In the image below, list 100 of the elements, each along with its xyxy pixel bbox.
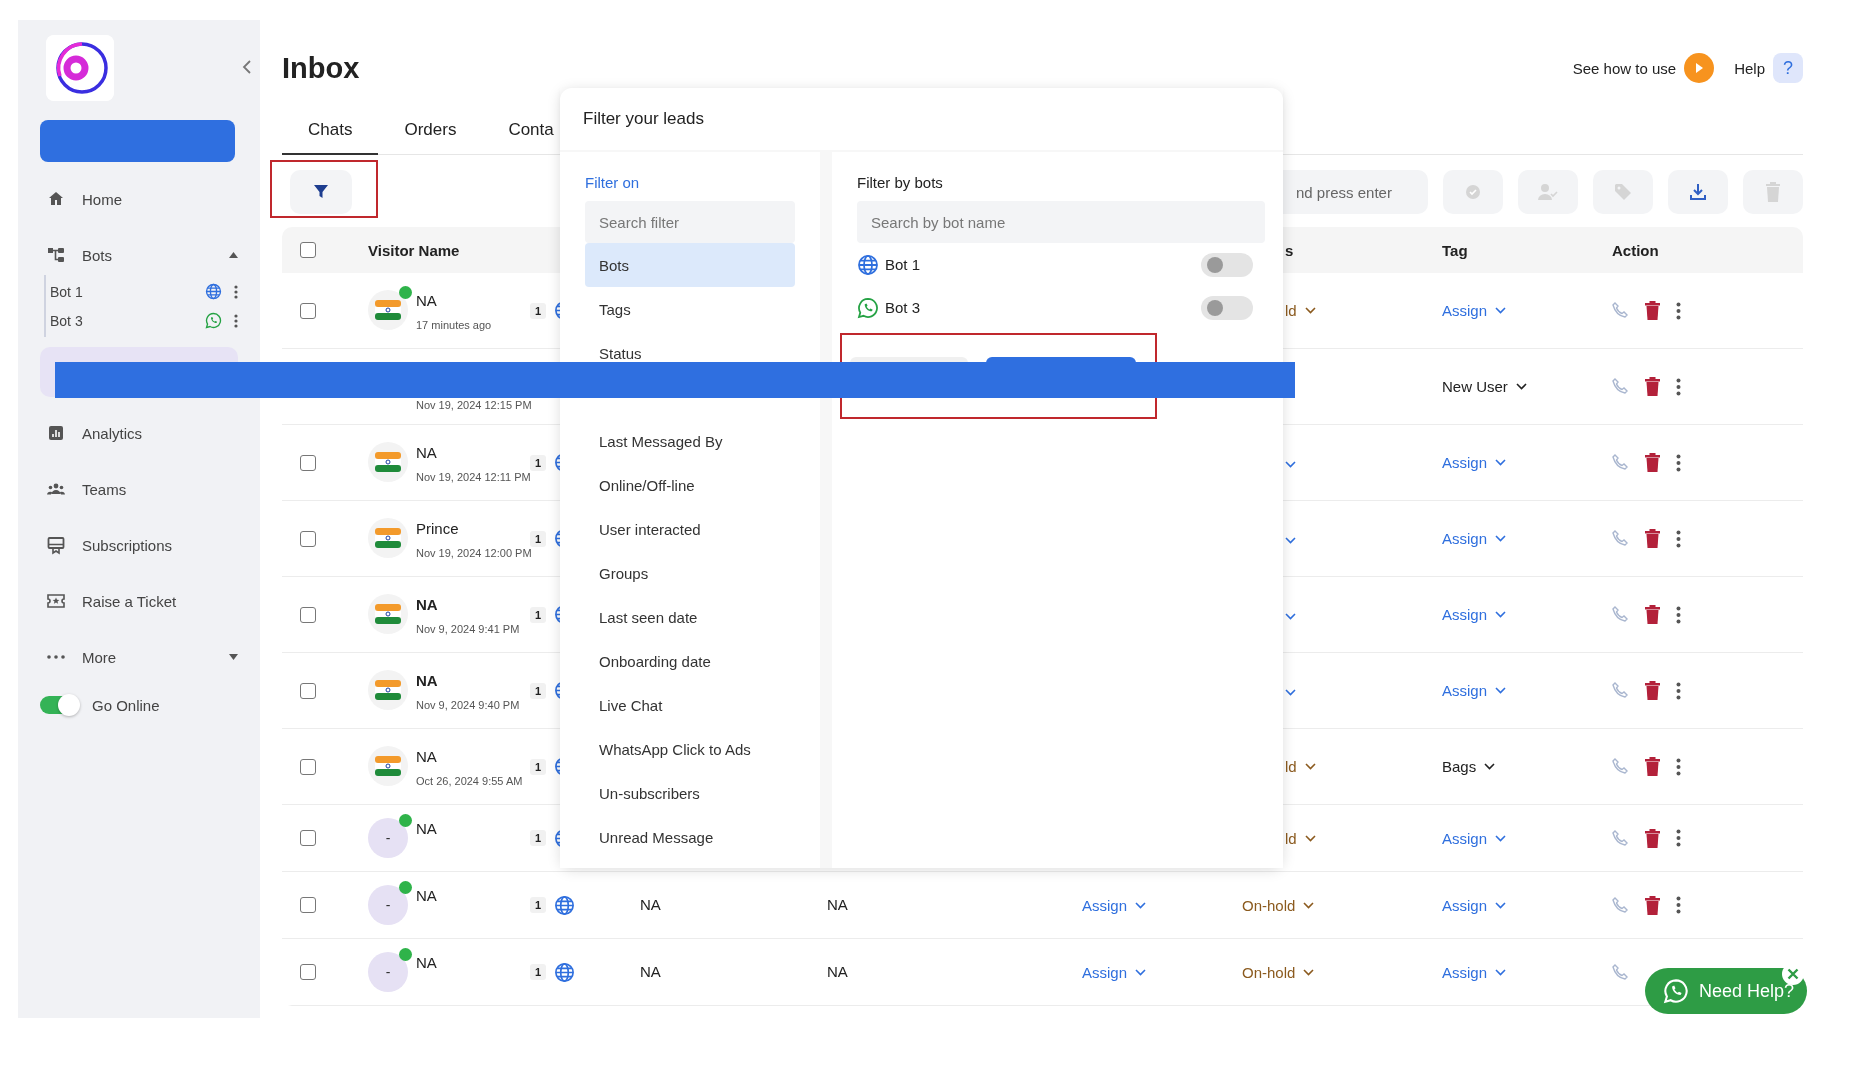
filter-option[interactable]: Groups [585,560,795,586]
checkbox[interactable] [300,242,316,258]
filter-option[interactable]: Status [585,340,795,366]
kebab-icon[interactable] [1676,301,1681,320]
checkbox[interactable] [300,302,316,319]
checkbox[interactable] [300,682,316,699]
chevron-down-icon [1495,687,1507,694]
status-dropdown[interactable]: ld [1285,302,1316,319]
trash-icon[interactable] [1645,453,1660,472]
toggle-switch[interactable] [1201,295,1253,320]
tag-dropdown[interactable]: Assign [1442,682,1507,699]
flag-icon [375,528,401,548]
filter-option[interactable]: Last seen date [585,604,795,630]
filter-button[interactable] [290,170,352,214]
kebab-icon[interactable] [1676,757,1681,776]
chevron-left-icon[interactable] [242,60,252,74]
chevron-down-icon [1495,307,1507,314]
agent-dropdown[interactable]: Assign [1082,963,1147,981]
globe-icon [554,894,576,916]
filter-option[interactable]: Last Messaged By [585,428,795,454]
tag-dropdown[interactable]: Bags [1442,758,1496,775]
count-badge: 1 [530,302,547,319]
agent-dropdown[interactable]: Assign [1082,896,1147,914]
filter-option[interactable]: WhatsApp Click to Ads [585,736,795,762]
nav-item[interactable]: Analytics [40,405,238,461]
checkbox[interactable] [300,964,316,980]
help-button[interactable]: ? [1773,53,1803,83]
filter-option[interactable]: Live Chat [585,692,795,718]
help-chat-button[interactable]: Need Help? [1645,968,1807,1014]
kebab-icon[interactable] [234,313,238,328]
status-dropdown[interactable]: On-hold [1242,963,1315,981]
tag-dropdown[interactable]: Assign [1442,530,1507,547]
tag-dropdown[interactable]: Assign [1442,963,1507,981]
trash-icon[interactable] [1645,828,1660,848]
bot-item[interactable]: Bot 3 [50,306,238,335]
checkbox[interactable] [300,897,316,913]
filter-option[interactable]: User interacted [585,516,795,542]
tag-dropdown[interactable]: Assign [1442,896,1507,914]
filter-option[interactable]: Online/Off-line [585,472,795,498]
chevron-down-icon [1495,611,1507,618]
kebab-icon[interactable] [1676,829,1681,847]
nav-item[interactable]: Subscriptions [40,517,238,573]
kebab-icon[interactable] [234,284,238,299]
search-field[interactable]: Search by bot name [857,201,1265,243]
tag-dropdown[interactable]: Assign [1442,606,1507,623]
kebab-icon[interactable] [1676,681,1681,700]
trash-icon[interactable] [1645,681,1660,700]
play-icon[interactable] [1684,53,1715,83]
filter-option[interactable]: Un-subscribers [585,780,795,806]
kebab-icon[interactable] [1676,605,1681,624]
toggle-switch[interactable] [1201,252,1253,277]
search-field[interactable]: Search filter [585,201,795,243]
filter-option[interactable]: Tags [585,296,795,322]
tag-dropdown[interactable]: Assign [1442,829,1507,847]
nav-item[interactable]: Home [40,171,238,227]
table-cell-text: NA [639,896,661,913]
tag-dropdown[interactable]: New User [1442,378,1527,395]
tab[interactable]: Orders [378,106,483,155]
kebab-icon[interactable] [1676,529,1681,548]
trash-icon[interactable] [1645,529,1660,548]
chevron-down-icon [1495,834,1507,842]
kebab-icon[interactable] [1676,896,1681,914]
tag-dropdown[interactable]: Assign [1442,454,1507,471]
trash-icon[interactable] [1645,757,1660,776]
nav-item[interactable]: More [40,629,238,685]
trash-icon[interactable] [1645,605,1660,624]
tab[interactable]: Chats [282,106,379,155]
trash-icon[interactable] [1645,895,1660,915]
checkbox[interactable] [300,454,316,471]
filter-option[interactable]: Bots [585,243,795,287]
visitor-name: NA [416,887,437,904]
status-dropdown[interactable]: ld [1285,758,1316,775]
toggle-switch[interactable] [40,696,78,714]
status-dropdown[interactable]: ld [1285,829,1316,847]
visitor-name: NA [416,820,437,837]
nav-item[interactable]: Raise a Ticket [40,573,238,629]
bot-label: Bot 3 [885,299,922,316]
link-text[interactable]: See how to use [1572,59,1677,77]
tag-dropdown[interactable]: Assign [1442,302,1507,319]
nav-item[interactable]: Teams [40,461,238,517]
download-icon [1689,183,1707,201]
trash-icon[interactable] [1645,301,1660,320]
globe-icon [554,961,576,983]
kebab-icon[interactable] [1676,453,1681,472]
timestamp: Nov 19, 2024 12:15 PM [416,399,532,411]
checkbox[interactable] [300,830,316,846]
kebab-icon[interactable] [1676,377,1681,396]
checkbox[interactable] [300,530,316,547]
filter-option[interactable]: Unread Message [585,824,795,850]
trash-icon[interactable] [1645,377,1660,396]
status-dropdown[interactable]: On-hold [1242,896,1315,914]
whatsapp-icon [205,312,222,329]
tab[interactable]: Conta [482,106,580,155]
filter-option[interactable]: Onboarding date [585,648,795,674]
checkbox[interactable] [300,758,316,775]
toolbar-button[interactable] [1668,170,1728,214]
chevron-down-icon [1515,383,1527,390]
help-label: Help [1734,59,1765,77]
checkbox[interactable] [300,606,316,623]
column-header: Tag [1442,241,1468,259]
